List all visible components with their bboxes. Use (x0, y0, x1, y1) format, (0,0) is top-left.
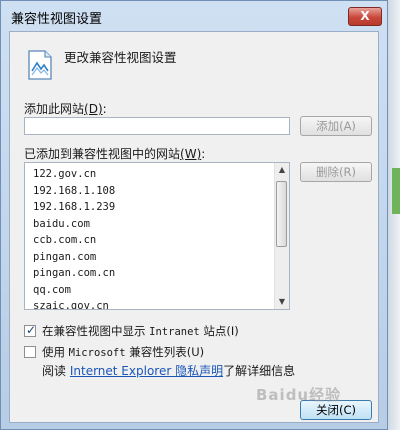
add-site-input[interactable] (24, 117, 290, 135)
intranet-label-cn: 在兼容性视图中显示 (42, 324, 146, 338)
list-item[interactable]: 122.gov.cn (25, 166, 275, 183)
sites-list-label-colon: : (201, 147, 206, 161)
sites-listbox[interactable]: 122.gov.cn 192.168.1.108 192.168.1.239 b… (24, 162, 290, 310)
ms-list-option[interactable]: 使用 Microsoft 兼容性列表(U) (24, 344, 204, 360)
add-button[interactable]: 添加(A) (300, 116, 372, 136)
compatibility-view-dialog: 兼容性视图设置 X 更改兼容性视图设置 添加此网站(D): 添加(A) 已添加到… (0, 0, 388, 430)
ms-list-label-latin: Microsoft (68, 347, 126, 359)
scroll-up-icon[interactable]: ▲ (275, 163, 289, 177)
sites-list-label: 已添加到兼容性视图中的网站(W): (24, 145, 205, 162)
sites-list: 122.gov.cn 192.168.1.108 192.168.1.239 b… (25, 166, 275, 309)
sites-list-label-text: 已添加到兼容性视图中的网站 (24, 147, 181, 161)
scroll-thumb[interactable] (276, 181, 287, 247)
list-item[interactable]: baidu.com (25, 216, 275, 233)
add-site-label-colon: : (102, 102, 107, 116)
checkmark-icon: ✓ (26, 323, 37, 337)
privacy-link[interactable]: Internet Explorer 隐私声明 (70, 364, 223, 378)
background-window-edge (388, 0, 400, 430)
title-bar[interactable]: 兼容性视图设置 X (1, 1, 387, 31)
privacy-prefix: 阅读 (42, 364, 67, 378)
add-site-label-key: (D) (84, 102, 103, 116)
list-item[interactable]: pingan.com (25, 249, 275, 266)
window-close-button[interactable]: X (348, 7, 382, 26)
dialog-client-area: 更改兼容性视图设置 添加此网站(D): 添加(A) 已添加到兼容性视图中的网站(… (9, 31, 379, 423)
compatibility-view-icon (28, 50, 52, 80)
ms-list-label-cn: 使用 (42, 345, 65, 359)
watermark-logo: Baidu经验 (256, 386, 342, 404)
list-item[interactable]: szaic.gov.cn (25, 298, 275, 309)
add-site-label-text: 添加此网站 (24, 102, 85, 116)
sites-scrollbar[interactable]: ▲ ▼ (274, 163, 289, 309)
header-title: 更改兼容性视图设置 (64, 50, 177, 65)
intranet-option[interactable]: ✓ 在兼容性视图中显示 Intranet 站点(I) (24, 323, 239, 339)
scroll-down-icon[interactable]: ▼ (275, 295, 289, 309)
privacy-statement: 阅读 Internet Explorer 隐私声明了解详细信息 (42, 362, 295, 379)
sites-list-label-key: (W) (180, 147, 202, 161)
list-item[interactable]: 192.168.1.239 (25, 199, 275, 216)
background-green-tab (392, 168, 400, 214)
ms-list-label: 使用 Microsoft 兼容性列表(U) (42, 344, 204, 360)
intranet-label-tail: 站点(I) (203, 324, 239, 338)
remove-button[interactable]: 删除(R) (300, 162, 372, 182)
privacy-suffix: 了解详细信息 (223, 364, 296, 378)
window-title: 兼容性视图设置 (11, 12, 103, 27)
add-site-label: 添加此网站(D): (24, 100, 107, 117)
list-item[interactable]: pingan.com.cn (25, 265, 275, 282)
intranet-checkbox[interactable]: ✓ (24, 323, 37, 337)
intranet-label-latin: Intranet (149, 326, 200, 338)
intranet-label: 在兼容性视图中显示 Intranet 站点(I) (42, 323, 239, 339)
list-item[interactable]: qq.com (25, 282, 275, 299)
ms-list-checkbox[interactable] (24, 346, 36, 358)
list-item[interactable]: 192.168.1.108 (25, 183, 275, 200)
ms-list-label-tail: 兼容性列表(U) (129, 345, 205, 359)
list-item[interactable]: ccb.com.cn (25, 232, 275, 249)
